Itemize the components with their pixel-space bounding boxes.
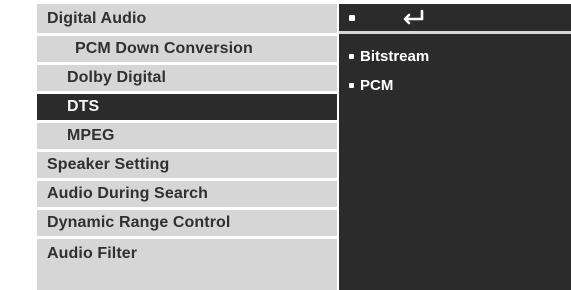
menu-item-label: DTS — [67, 98, 100, 115]
menu-item-audio-during-search[interactable]: Audio During Search — [37, 178, 337, 207]
menu-item-label: Audio During Search — [47, 185, 209, 202]
menu-item-label: Audio Filter — [47, 244, 138, 262]
menu-item-label: PCM Down Conversion — [75, 40, 253, 57]
option-label: PCM — [360, 76, 394, 94]
menu-item-dts[interactable]: DTS — [37, 91, 337, 120]
return-icon[interactable] — [399, 9, 427, 27]
header-bullet — [349, 14, 355, 21]
audio-settings-menu: Digital Audio PCM Down Conversion Dolby … — [37, 4, 337, 290]
menu-item-label: MPEG — [67, 127, 115, 144]
option-pcm[interactable]: PCM — [339, 71, 571, 99]
menu-item-digital-audio[interactable]: Digital Audio — [37, 4, 337, 33]
menu-item-dolby-digital[interactable]: Dolby Digital — [37, 62, 337, 91]
menu-item-label: Dolby Digital — [67, 69, 167, 86]
options-panel: Bitstream PCM — [339, 4, 571, 290]
option-bullet — [349, 53, 354, 59]
option-label: Bitstream — [360, 47, 430, 65]
menu-item-label: Speaker Setting — [47, 156, 170, 173]
option-bullet — [349, 82, 354, 88]
option-bitstream[interactable]: Bitstream — [339, 42, 571, 70]
settings-screen: Digital Audio PCM Down Conversion Dolby … — [0, 0, 571, 290]
menu-item-label: Digital Audio — [47, 9, 147, 27]
menu-item-mpeg[interactable]: MPEG — [37, 120, 337, 149]
menu-item-label: Dynamic Range Control — [47, 214, 231, 231]
menu-item-dynamic-range-control[interactable]: Dynamic Range Control — [37, 207, 337, 236]
menu-item-speaker-setting[interactable]: Speaker Setting — [37, 149, 337, 178]
menu-item-pcm-down-conversion[interactable]: PCM Down Conversion — [37, 33, 337, 62]
menu-item-audio-filter[interactable]: Audio Filter — [37, 236, 337, 290]
options-panel-header — [339, 4, 571, 34]
